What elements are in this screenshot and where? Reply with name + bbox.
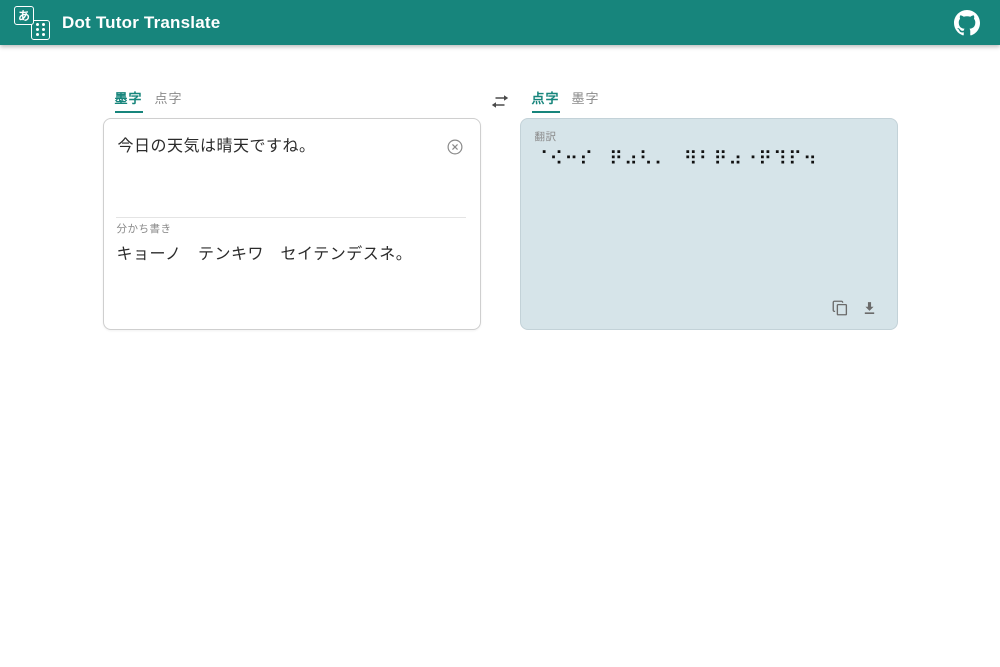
app-header: あ Dot Tutor Translate bbox=[0, 0, 1000, 45]
input-tabs: 墨字 点字 bbox=[103, 88, 481, 112]
tab-input-sumiji[interactable]: 墨字 bbox=[115, 88, 143, 113]
copy-icon bbox=[831, 299, 849, 317]
wakachigaki-text: キョーノ テンキワ セイテンデスネ。 bbox=[117, 240, 466, 264]
swap-direction-button[interactable] bbox=[491, 94, 509, 109]
swap-horizontal-icon bbox=[491, 94, 509, 109]
output-actions bbox=[831, 299, 877, 317]
wakachigaki-section: 分かち書き キョーノ テンキワ セイテンデスネ。 bbox=[116, 217, 466, 329]
tab-input-tenji[interactable]: 点字 bbox=[155, 88, 183, 111]
app-title: Dot Tutor Translate bbox=[62, 13, 220, 33]
tab-output-sumiji[interactable]: 墨字 bbox=[572, 88, 600, 111]
translation-label: 翻訳 bbox=[535, 129, 883, 144]
output-column: 点字 墨字 翻訳 ⠈⠪⠒⠎⠀⠟⠴⠣⠄⠀⠻⠃⠟⠴⠐⠟⠹⠏⠲ bbox=[520, 88, 898, 330]
output-tabs: 点字 墨字 bbox=[520, 88, 898, 112]
download-icon bbox=[862, 300, 877, 316]
output-card: 翻訳 ⠈⠪⠒⠎⠀⠟⠴⠣⠄⠀⠻⠃⠟⠴⠐⠟⠹⠏⠲ bbox=[520, 118, 898, 330]
wakachigaki-label: 分かち書き bbox=[117, 221, 466, 236]
clear-input-button[interactable] bbox=[446, 138, 464, 156]
copy-button[interactable] bbox=[831, 299, 849, 317]
input-card: 今日の天気は晴天ですね。 分かち書き キョーノ テンキワ セイテンデスネ。 bbox=[103, 118, 481, 330]
translate-workspace: 墨字 点字 今日の天気は晴天ですね。 分かち書き キョーノ テンキワ セイテンデ… bbox=[103, 88, 898, 330]
github-icon bbox=[954, 10, 980, 36]
app-logo: あ bbox=[14, 6, 50, 40]
download-button[interactable] bbox=[862, 300, 877, 316]
github-link[interactable] bbox=[952, 8, 982, 38]
braille-output: ⠈⠪⠒⠎⠀⠟⠴⠣⠄⠀⠻⠃⠟⠴⠐⠟⠹⠏⠲ bbox=[535, 147, 883, 172]
swap-column bbox=[481, 88, 520, 330]
tab-output-tenji[interactable]: 点字 bbox=[532, 88, 560, 113]
kana-a-icon: あ bbox=[14, 6, 34, 25]
input-column: 墨字 点字 今日の天気は晴天ですね。 分かち書き キョーノ テンキワ セイテンデ… bbox=[103, 88, 481, 330]
clear-circle-icon bbox=[446, 138, 464, 156]
text-input[interactable]: 今日の天気は晴天ですね。 bbox=[104, 119, 480, 217]
